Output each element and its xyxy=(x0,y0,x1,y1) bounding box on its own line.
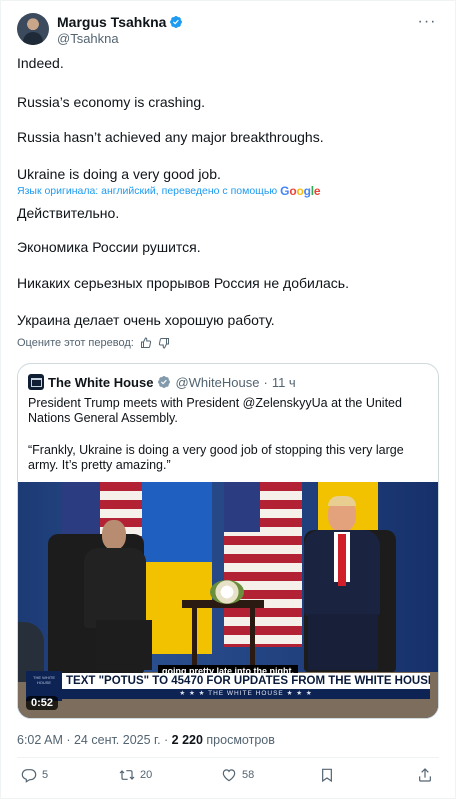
rate-translation-label: Оцените этот перевод: xyxy=(17,337,134,349)
thumbs-up-icon[interactable] xyxy=(140,337,152,349)
verified-badge-icon xyxy=(170,16,183,28)
quoted-author-handle: @WhiteHouse xyxy=(175,374,260,390)
post-meta: 6:02 AM · 24 сент. 2025 г. · 2 220 просм… xyxy=(17,733,275,747)
reply-icon xyxy=(21,769,37,783)
like-button[interactable]: 58 xyxy=(221,767,254,783)
author-avatar[interactable] xyxy=(17,13,49,45)
header-separator: · xyxy=(263,374,268,390)
post-time[interactable]: 6:02 AM xyxy=(17,733,63,747)
quoted-text-2: “Frankly, Ukraine is doing a very good j… xyxy=(28,443,404,472)
left-person xyxy=(78,520,156,670)
translated-line-4: Украина делает очень хорошую работу. xyxy=(17,312,275,328)
translated-line-3: Никаких серьезных прорывов Россия не доб… xyxy=(17,275,349,291)
quoted-text-1: President Trump meets with President @Ze… xyxy=(28,396,402,425)
meta-sep-1: · xyxy=(62,733,74,747)
flower-arrangement xyxy=(210,580,244,604)
white-house-logo xyxy=(28,374,44,390)
bookmark-button[interactable] xyxy=(319,767,335,783)
reply-button[interactable]: 5 xyxy=(21,767,48,783)
post-line-4: Ukraine is doing a very good job. xyxy=(17,166,221,182)
repost-count: 20 xyxy=(140,769,153,781)
quoted-tweet-header: The White House @WhiteHouse · 11 ч xyxy=(28,374,296,390)
google-logo: Google xyxy=(280,184,321,198)
share-icon xyxy=(419,768,431,782)
post-line-3: Russia hasn’t achieved any major breakth… xyxy=(17,129,324,145)
quoted-author-name: The White House xyxy=(48,374,154,390)
author-handle[interactable]: @Tsahkna xyxy=(57,31,119,46)
video-banner-sub: ★ ★ ★ THE WHITE HOUSE ★ ★ ★ xyxy=(62,689,430,699)
meta-sep-2: · xyxy=(160,733,172,747)
post-date[interactable]: 24 сент. 2025 г. xyxy=(74,733,161,747)
translated-line-2: Экономика России рушится. xyxy=(17,239,201,255)
share-button[interactable] xyxy=(417,767,433,783)
view-count: 2 220 xyxy=(171,733,203,747)
repost-icon xyxy=(119,770,135,780)
right-person xyxy=(294,496,390,670)
repost-button[interactable]: 20 xyxy=(119,767,152,783)
quoted-time: 11 ч xyxy=(271,374,296,390)
tweet-header: Margus Tsahkna @Tsahkna ··· xyxy=(17,13,439,49)
translation-note[interactable]: Язык оригинала: английский, переведено с… xyxy=(17,184,321,198)
video-banner: TEXT "POTUS" TO 45470 FOR UPDATES FROM T… xyxy=(62,673,430,689)
verified-badge-icon xyxy=(158,376,171,388)
tweet-detail: Margus Tsahkna @Tsahkna ··· Indeed. Russ… xyxy=(0,0,456,799)
rate-translation: Оцените этот перевод: xyxy=(17,337,170,349)
translated-line-1: Действительно. xyxy=(17,205,120,221)
more-icon[interactable]: ··· xyxy=(415,13,439,33)
us-flag-right xyxy=(224,482,302,647)
action-bar: 5 20 58 xyxy=(17,767,439,787)
like-count: 58 xyxy=(242,769,255,781)
video-duration: 0:52 xyxy=(26,696,59,710)
reply-count: 5 xyxy=(42,769,49,781)
post-line-2: Russia’s economy is crashing. xyxy=(17,94,206,110)
author-name-row[interactable]: Margus Tsahkna xyxy=(57,13,183,31)
divider xyxy=(17,757,439,758)
quoted-tweet[interactable]: The White House @WhiteHouse · 11 ч Presi… xyxy=(17,363,439,719)
video-player[interactable]: going pretty late into the night. THE WH… xyxy=(18,482,438,718)
bookmark-icon xyxy=(322,768,332,783)
view-label: просмотров xyxy=(202,733,275,747)
post-line-1: Indeed. xyxy=(17,55,64,71)
like-icon xyxy=(222,769,236,782)
thumbs-down-icon[interactable] xyxy=(158,337,170,349)
translation-note-text: Язык оригинала: английский, переведено с… xyxy=(17,185,278,197)
author-name[interactable]: Margus Tsahkna xyxy=(57,14,166,30)
